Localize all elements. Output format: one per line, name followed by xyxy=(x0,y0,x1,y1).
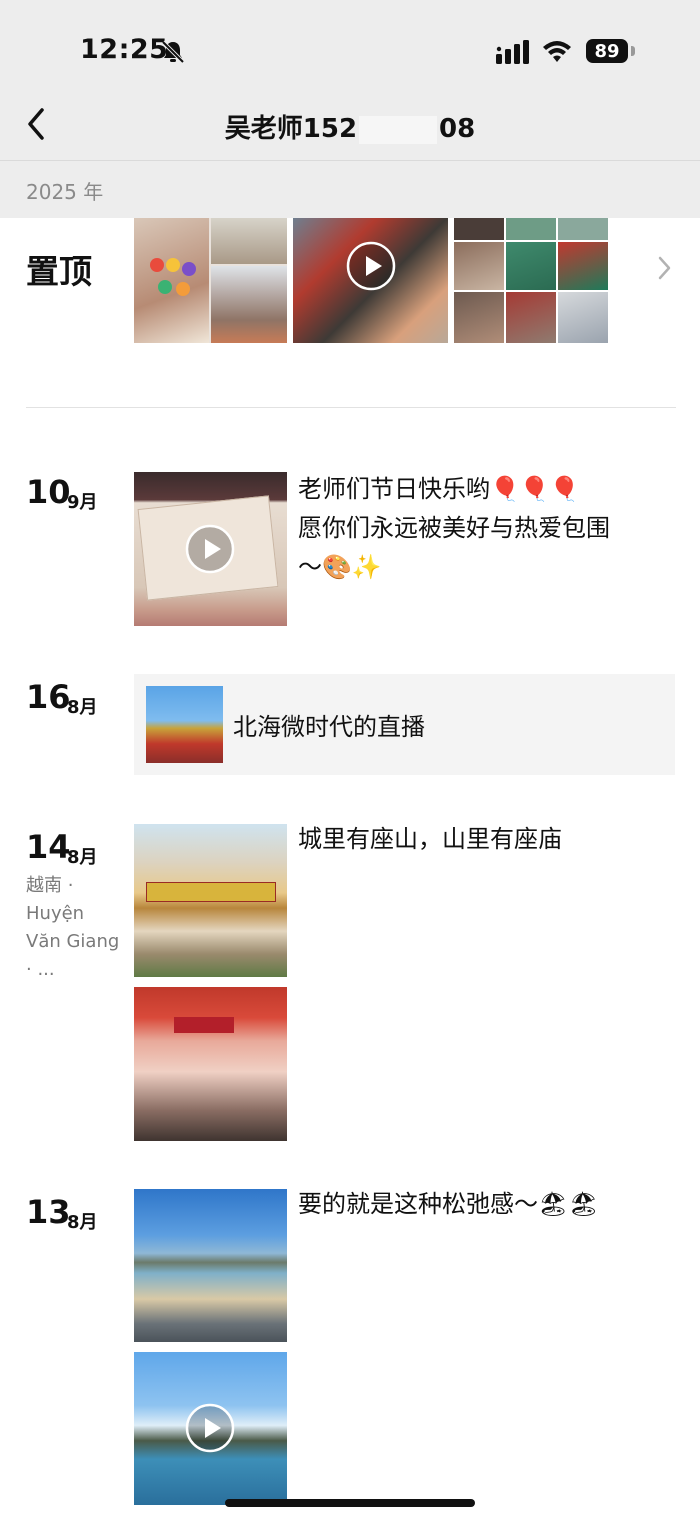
post-month: 8月 xyxy=(67,1212,98,1233)
play-icon xyxy=(185,1403,235,1453)
post-text-line: 愿你们永远被美好与热爱包围 xyxy=(298,514,610,542)
status-time: 12:25 xyxy=(80,34,169,65)
post-video-thumb[interactable] xyxy=(134,472,287,626)
post-day: 13 xyxy=(26,1193,71,1231)
home-indicator[interactable] xyxy=(225,1499,475,1507)
post-photo-temple[interactable] xyxy=(134,824,287,977)
post-day: 14 xyxy=(26,828,71,866)
pinned-label: 置顶 xyxy=(26,252,92,291)
redacted-mask xyxy=(359,115,438,144)
title-suffix: 08 xyxy=(439,114,476,144)
post-photo-shop[interactable] xyxy=(134,987,287,1141)
pinned-thumb-video[interactable] xyxy=(293,218,448,343)
pinned-thumb-collage[interactable] xyxy=(134,218,287,343)
post-text: 老师们节日快乐哟🎈🎈🎈 愿你们永远被美好与热爱包围 ～🎨✨ xyxy=(298,470,610,587)
header-divider xyxy=(0,160,700,161)
wifi-icon xyxy=(543,41,571,62)
play-icon xyxy=(185,524,235,574)
play-icon xyxy=(346,241,396,291)
post-video-sea[interactable] xyxy=(134,1352,287,1505)
page-title: 吴老师152 08 xyxy=(0,108,700,145)
mute-icon xyxy=(161,40,185,64)
battery-indicator: 89 xyxy=(586,39,628,63)
post-month: 8月 xyxy=(67,847,98,868)
post-location[interactable]: 越南 · Huyện Văn Giang · ... xyxy=(26,872,122,984)
signal-icon xyxy=(496,40,529,64)
post-month: 8月 xyxy=(67,697,98,718)
chevron-right-icon[interactable] xyxy=(652,254,676,282)
post-month: 9月 xyxy=(67,492,98,513)
shared-live-thumb xyxy=(146,686,223,763)
post-text-line: 老师们节日快乐哟🎈🎈🎈 xyxy=(298,475,580,503)
post-text-line: ～🎨✨ xyxy=(298,553,382,581)
section-divider xyxy=(26,407,676,408)
post-photo-beach[interactable] xyxy=(134,1189,287,1342)
year-label: 2025 年 xyxy=(26,180,104,204)
shared-live-title: 北海微时代的直播 xyxy=(233,713,425,741)
post-day: 16 xyxy=(26,678,71,716)
post-text: 城里有座山，山里有座庙 xyxy=(298,825,562,853)
pinned-thumb-grid[interactable] xyxy=(454,218,608,343)
post-day: 10 xyxy=(26,473,71,511)
post-text: 要的就是这种松弛感～🏖🏖 xyxy=(298,1190,599,1218)
title-prefix: 吴老师152 xyxy=(224,114,358,144)
battery-cap xyxy=(631,46,635,56)
top-bar: 12:25 89 吴老师152 08 2025 年 xyxy=(0,0,700,218)
